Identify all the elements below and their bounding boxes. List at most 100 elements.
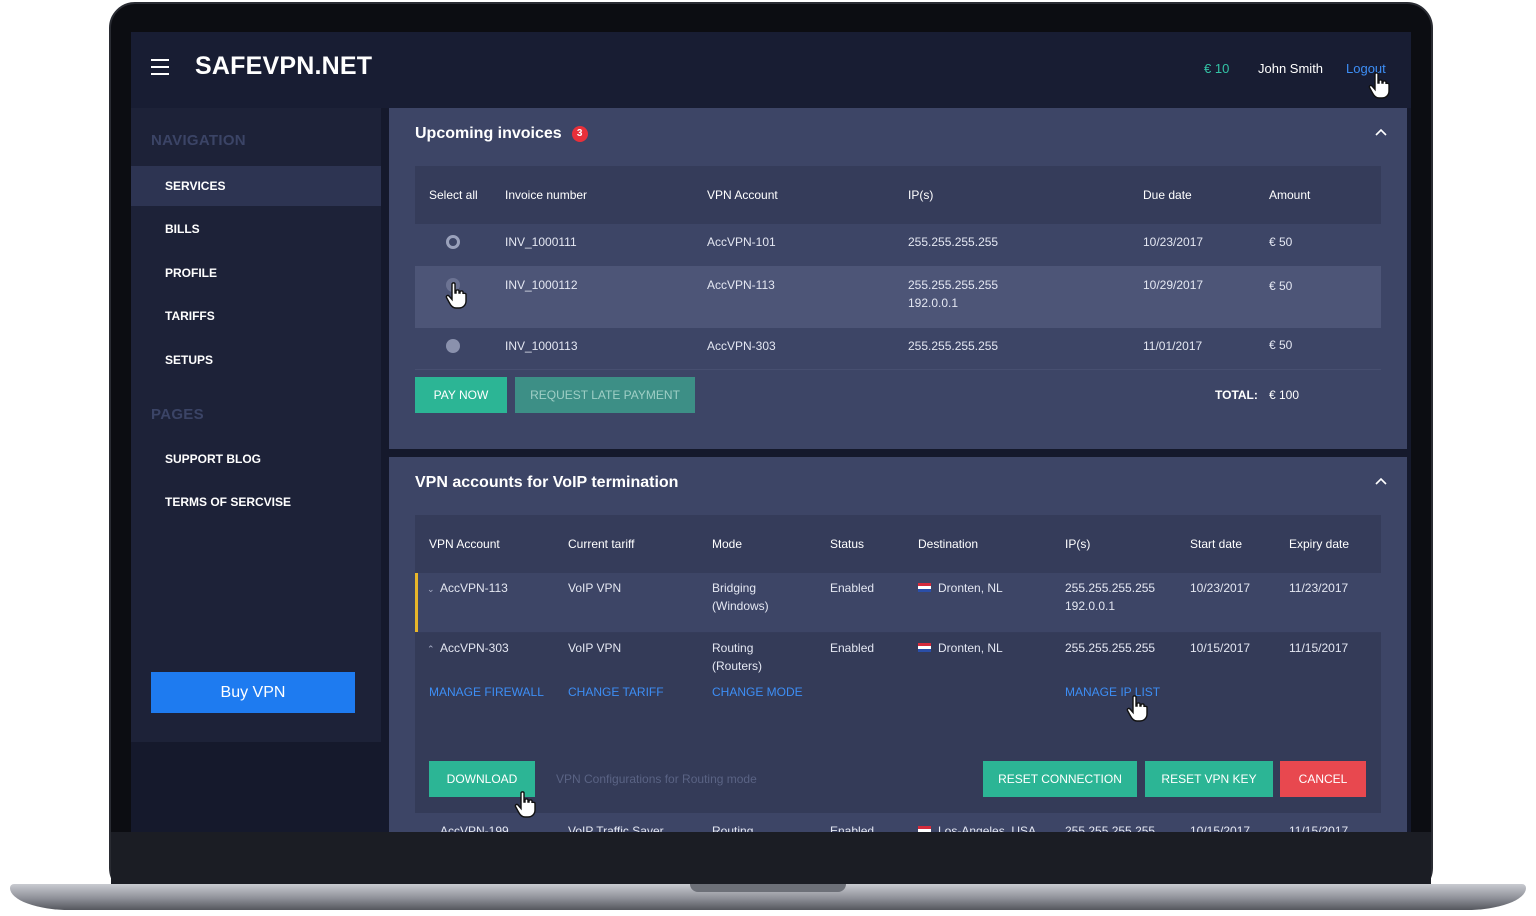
invoice-amount: € 50 [1269, 338, 1293, 352]
hamburger-menu-icon[interactable] [151, 59, 169, 75]
user-name[interactable]: John Smith [1258, 61, 1323, 76]
sidebar-item-terms[interactable]: TERMS OF SERCVISE [131, 482, 381, 522]
chevron-down-icon[interactable]: ⌄ [427, 823, 435, 832]
accounts-table-header: VPN Account Current tariff Mode Status D… [415, 515, 1381, 573]
reset-connection-button[interactable]: RESET CONNECTION [983, 761, 1137, 797]
laptop-notch [690, 884, 846, 892]
vpn-accounts-panel: VPN accounts for VoIP termination VPN Ac… [389, 457, 1407, 832]
account-status: Enabled [830, 641, 875, 655]
brand-logo[interactable]: SAFEVPN.NET [195, 52, 372, 81]
reset-vpn-key-button[interactable]: RESET VPN KEY [1145, 761, 1273, 797]
expiry-date-header: Expiry date [1289, 537, 1350, 551]
invoice-amount: € 50 [1269, 279, 1293, 293]
sidebar-item-tariffs[interactable]: TARIFFS [131, 296, 381, 336]
account-expiry-date: 11/15/2017 [1289, 641, 1349, 655]
invoice-ip: 255.255.255.255 [908, 235, 999, 249]
invoice-account: AccVPN-101 [707, 235, 776, 249]
account-ip: 255.255.255.255 [1065, 824, 1156, 832]
invoice-number: INV_1000112 [505, 278, 578, 292]
chevron-up-icon[interactable]: ⌃ [427, 640, 435, 658]
table-row: INV_1000112 AccVPN-113 255.255.255.255 1… [415, 266, 1381, 328]
vpn-account-header: VPN Account [429, 537, 500, 551]
account-name[interactable]: ⌄ AccVPN-113 [427, 579, 508, 598]
due-date-header: Due date [1143, 188, 1192, 202]
sidebar: NAVIGATION SERVICES BILLS PROFILE TARIFF… [131, 108, 381, 742]
account-name[interactable]: ⌃ AccVPN-303 [427, 639, 509, 658]
invoices-panel: Upcoming invoices 3 Select all Invoice nu… [389, 108, 1407, 449]
pay-now-button[interactable]: PAY NOW [415, 377, 507, 413]
invoice-select-radio[interactable] [446, 278, 460, 292]
nl-flag-icon [918, 583, 931, 592]
pages-heading: PAGES [151, 406, 204, 423]
request-late-payment-button[interactable]: REQUEST LATE PAYMENT [515, 377, 695, 413]
account-mode: Bridging [712, 581, 757, 595]
change-mode-link[interactable]: CHANGE MODE [712, 685, 803, 699]
account-name-text: AccVPN-113 [440, 581, 508, 595]
change-tariff-link[interactable]: CHANGE TARIFF [568, 685, 664, 699]
destination-text: Dronten, NL [938, 641, 1003, 655]
invoice-select-radio[interactable] [446, 235, 460, 249]
start-date-header: Start date [1190, 537, 1243, 551]
account-expiry-date: 11/23/2017 [1289, 581, 1349, 595]
invoice-number: INV_1000111 [505, 235, 577, 249]
account-name-text: AccVPN-199 [440, 824, 509, 832]
account-start-date: 10/23/2017 [1190, 581, 1251, 595]
status-header: Status [830, 537, 865, 551]
table-row[interactable]: ⌄ AccVPN-199 VoIP Traffic Saver Routing E… [415, 813, 1381, 832]
laptop-bezel [111, 832, 1431, 888]
chevron-up-icon[interactable] [1375, 128, 1387, 140]
invoice-number: INV_1000113 [505, 339, 578, 353]
ips-header: IP(s) [1065, 537, 1091, 551]
destination-text: Los-Angeles, USA [938, 824, 1037, 832]
chevron-down-icon[interactable]: ⌄ [427, 580, 435, 598]
account-tariff: VoIP Traffic Saver [568, 824, 664, 832]
logout-link[interactable]: Logout [1346, 61, 1386, 76]
top-bar: SAFEVPN.NET € 10 John Smith Logout [131, 32, 1411, 108]
ips-header: IP(s) [908, 188, 934, 202]
invoice-account: AccVPN-113 [707, 278, 775, 292]
sidebar-item-bills[interactable]: BILLS [131, 209, 381, 249]
destination-text: Dronten, NL [938, 581, 1003, 595]
account-status: Enabled [830, 824, 875, 832]
account-mode: (Windows) [712, 599, 769, 613]
table-row[interactable]: ⌄ AccVPN-113 VoIP VPN Bridging (Windows) … [415, 573, 1381, 633]
account-name-text: AccVPN-303 [440, 641, 509, 655]
sidebar-item-setups[interactable]: SETUPS [131, 340, 381, 380]
sidebar-item-support-blog[interactable]: SUPPORT BLOG [131, 439, 381, 479]
sidebar-item-services[interactable]: SERVICES [131, 166, 381, 206]
invoice-number-header: Invoice number [505, 188, 588, 202]
invoice-select-radio[interactable] [446, 339, 460, 353]
invoice-ip: 255.255.255.255 [908, 278, 999, 292]
us-flag-icon [918, 826, 931, 832]
cancel-button[interactable]: CANCEL [1280, 761, 1366, 797]
account-ip: 192.0.0.1 [1065, 599, 1116, 613]
invoice-ip: 255.255.255.255 [908, 339, 999, 353]
account-start-date: 10/15/2017 [1190, 641, 1251, 655]
amount-header: Amount [1269, 188, 1311, 202]
table-row: INV_1000113 AccVPN-303 255.255.255.255 1… [415, 328, 1381, 370]
buy-vpn-button[interactable]: Buy VPN [151, 672, 355, 713]
sidebar-item-profile[interactable]: PROFILE [131, 253, 381, 293]
account-status: Enabled [830, 581, 875, 595]
select-all-header[interactable]: Select all [429, 188, 478, 202]
app-screen: SAFEVPN.NET € 10 John Smith Logout NAVIG… [131, 32, 1411, 832]
manage-firewall-link[interactable]: MANAGE FIREWALL [429, 685, 544, 699]
download-hint: VPN Configurations for Routing mode [556, 772, 757, 786]
mode-header: Mode [712, 537, 743, 551]
invoices-title: Upcoming invoices 3 [415, 125, 588, 143]
download-button[interactable]: DOWNLOAD [429, 761, 535, 797]
vpn-accounts-title: VPN accounts for VoIP termination [415, 474, 679, 491]
manage-ip-list-link[interactable]: MANAGE IP LIST [1065, 685, 1160, 699]
account-mode: (Routers) [712, 659, 763, 673]
account-destination: Los-Angeles, USA [918, 822, 1036, 832]
chevron-up-icon[interactable] [1375, 477, 1387, 489]
invoice-account: AccVPN-303 [707, 339, 776, 353]
account-tariff: VoIP VPN [568, 641, 622, 655]
account-tariff: VoIP VPN [568, 581, 622, 595]
total-label: TOTAL: [1215, 388, 1258, 402]
table-row-expanded[interactable]: ⌃ AccVPN-303 VoIP VPN Routing (Routers) E… [415, 633, 1381, 813]
account-name[interactable]: ⌄ AccVPN-199 [427, 822, 509, 832]
account-destination: Dronten, NL [918, 639, 1003, 657]
invoice-due-date: 10/29/2017 [1143, 278, 1204, 292]
account-ip: 255.255.255.255 [1065, 581, 1156, 595]
